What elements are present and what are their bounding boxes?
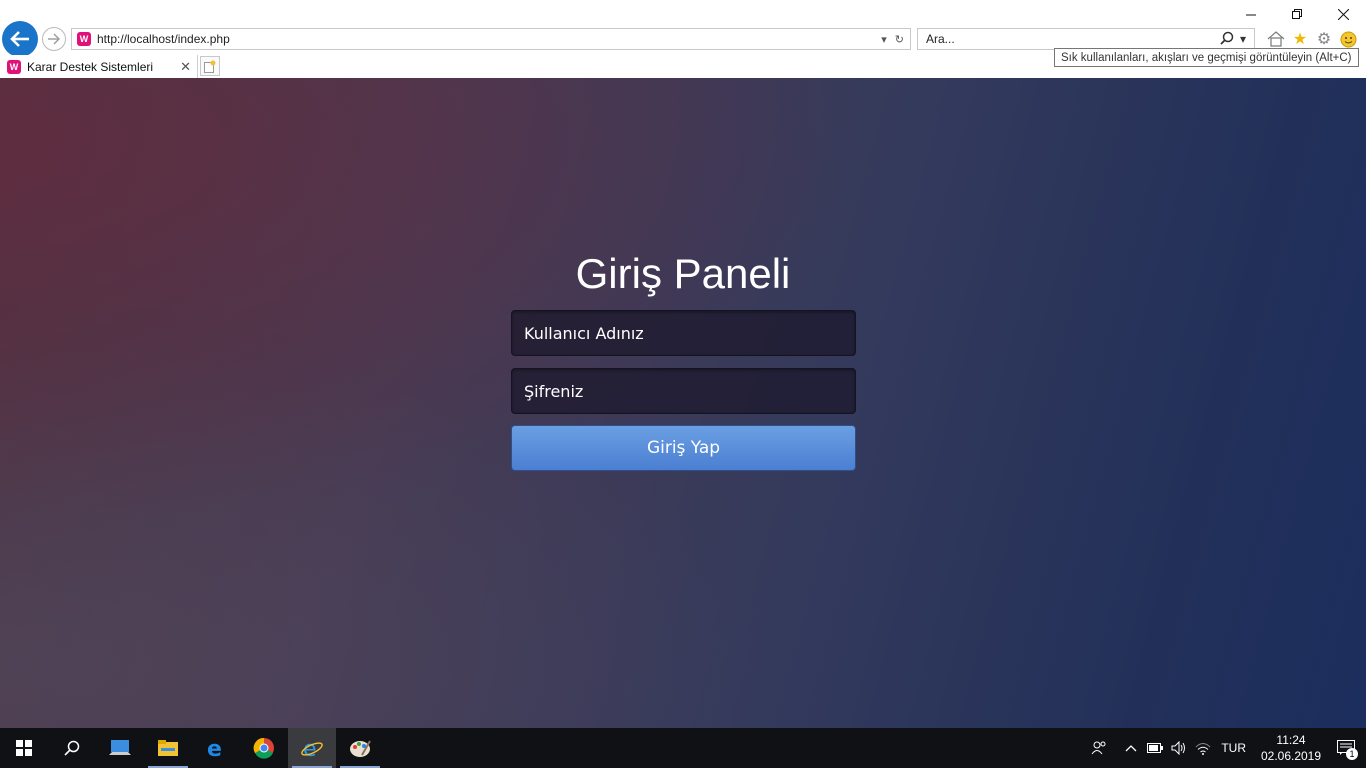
refresh-icon[interactable]: ↻	[895, 33, 904, 46]
tab-favicon: W	[7, 59, 21, 74]
page-title: Giriş Paneli	[575, 250, 791, 297]
close-icon[interactable]	[1320, 0, 1366, 28]
volume-icon[interactable]	[1167, 728, 1191, 768]
clock-time: 11:24	[1276, 733, 1306, 747]
battery-icon[interactable]	[1143, 728, 1167, 768]
notification-count-badge: 1	[1346, 748, 1358, 760]
password-field[interactable]	[511, 368, 856, 414]
system-tray: TUR 11:24 02.06.2019 1	[1087, 728, 1366, 768]
password-input[interactable]	[512, 369, 855, 413]
start-icon[interactable]	[0, 728, 48, 768]
login-page: Giriş Paneli Giriş Yap	[0, 78, 1366, 728]
browser-tab[interactable]: W Karar Destek Sistemleri ✕	[0, 55, 198, 78]
arrow-left-icon	[10, 31, 29, 47]
internet-explorer-icon[interactable]: e	[288, 728, 336, 768]
search-icon[interactable]	[48, 728, 96, 768]
new-tab-button[interactable]	[200, 56, 220, 76]
address-text[interactable]: http://localhost/index.php	[97, 32, 881, 46]
edge-icon[interactable]: e	[192, 728, 240, 768]
dropdown-arrow-icon[interactable]: ▾	[881, 33, 887, 46]
people-icon[interactable]	[1087, 728, 1111, 768]
minimize-icon[interactable]	[1228, 0, 1274, 28]
settings-gear-icon[interactable]: ⚙	[1314, 29, 1334, 49]
login-button[interactable]: Giriş Yap	[511, 425, 856, 471]
input-language[interactable]: TUR	[1221, 741, 1246, 755]
new-tab-icon	[204, 60, 216, 73]
username-field[interactable]	[511, 310, 856, 356]
tab-close-icon[interactable]: ✕	[180, 59, 191, 75]
forward-button[interactable]	[42, 27, 66, 51]
chrome-icon[interactable]	[240, 728, 288, 768]
favorites-star-icon[interactable]: ★	[1290, 29, 1310, 49]
site-favicon: W	[77, 32, 91, 46]
svg-text:e: e	[207, 737, 222, 759]
search-box[interactable]: Ara... ▾	[917, 28, 1255, 50]
feedback-smiley-icon[interactable]	[1338, 29, 1358, 49]
search-dropdown-icon[interactable]: ▾	[1240, 32, 1246, 46]
notification-center-icon[interactable]: 1	[1326, 728, 1366, 768]
wifi-icon[interactable]	[1191, 728, 1215, 768]
home-icon[interactable]	[1266, 29, 1286, 49]
back-button[interactable]	[2, 21, 38, 57]
show-hidden-icons-chevron-icon[interactable]	[1119, 728, 1143, 768]
this-pc-icon[interactable]	[96, 728, 144, 768]
search-icon[interactable]	[1220, 31, 1234, 48]
taskbar: e e TUR 11:24 02.06.2019 1	[0, 728, 1366, 768]
restore-icon[interactable]	[1274, 0, 1320, 28]
window-controls	[1228, 0, 1366, 28]
username-input[interactable]	[512, 311, 855, 355]
browser-chrome: W http://localhost/index.php ▾ ↻ Ara... …	[0, 0, 1366, 78]
toolbar-icons: ★ ⚙	[1266, 29, 1358, 49]
clock-date: 02.06.2019	[1260, 749, 1322, 763]
tab-title: Karar Destek Sistemleri	[27, 59, 154, 74]
address-bar[interactable]: W http://localhost/index.php ▾ ↻	[71, 28, 911, 50]
file-explorer-icon[interactable]	[144, 728, 192, 768]
favorites-tooltip: Sık kullanılanları, akışları ve geçmişi …	[1054, 48, 1359, 67]
search-input[interactable]: Ara...	[926, 32, 1220, 46]
arrow-right-icon	[48, 33, 60, 45]
clock[interactable]: 11:24 02.06.2019	[1256, 732, 1326, 764]
paint-icon[interactable]	[336, 728, 384, 768]
